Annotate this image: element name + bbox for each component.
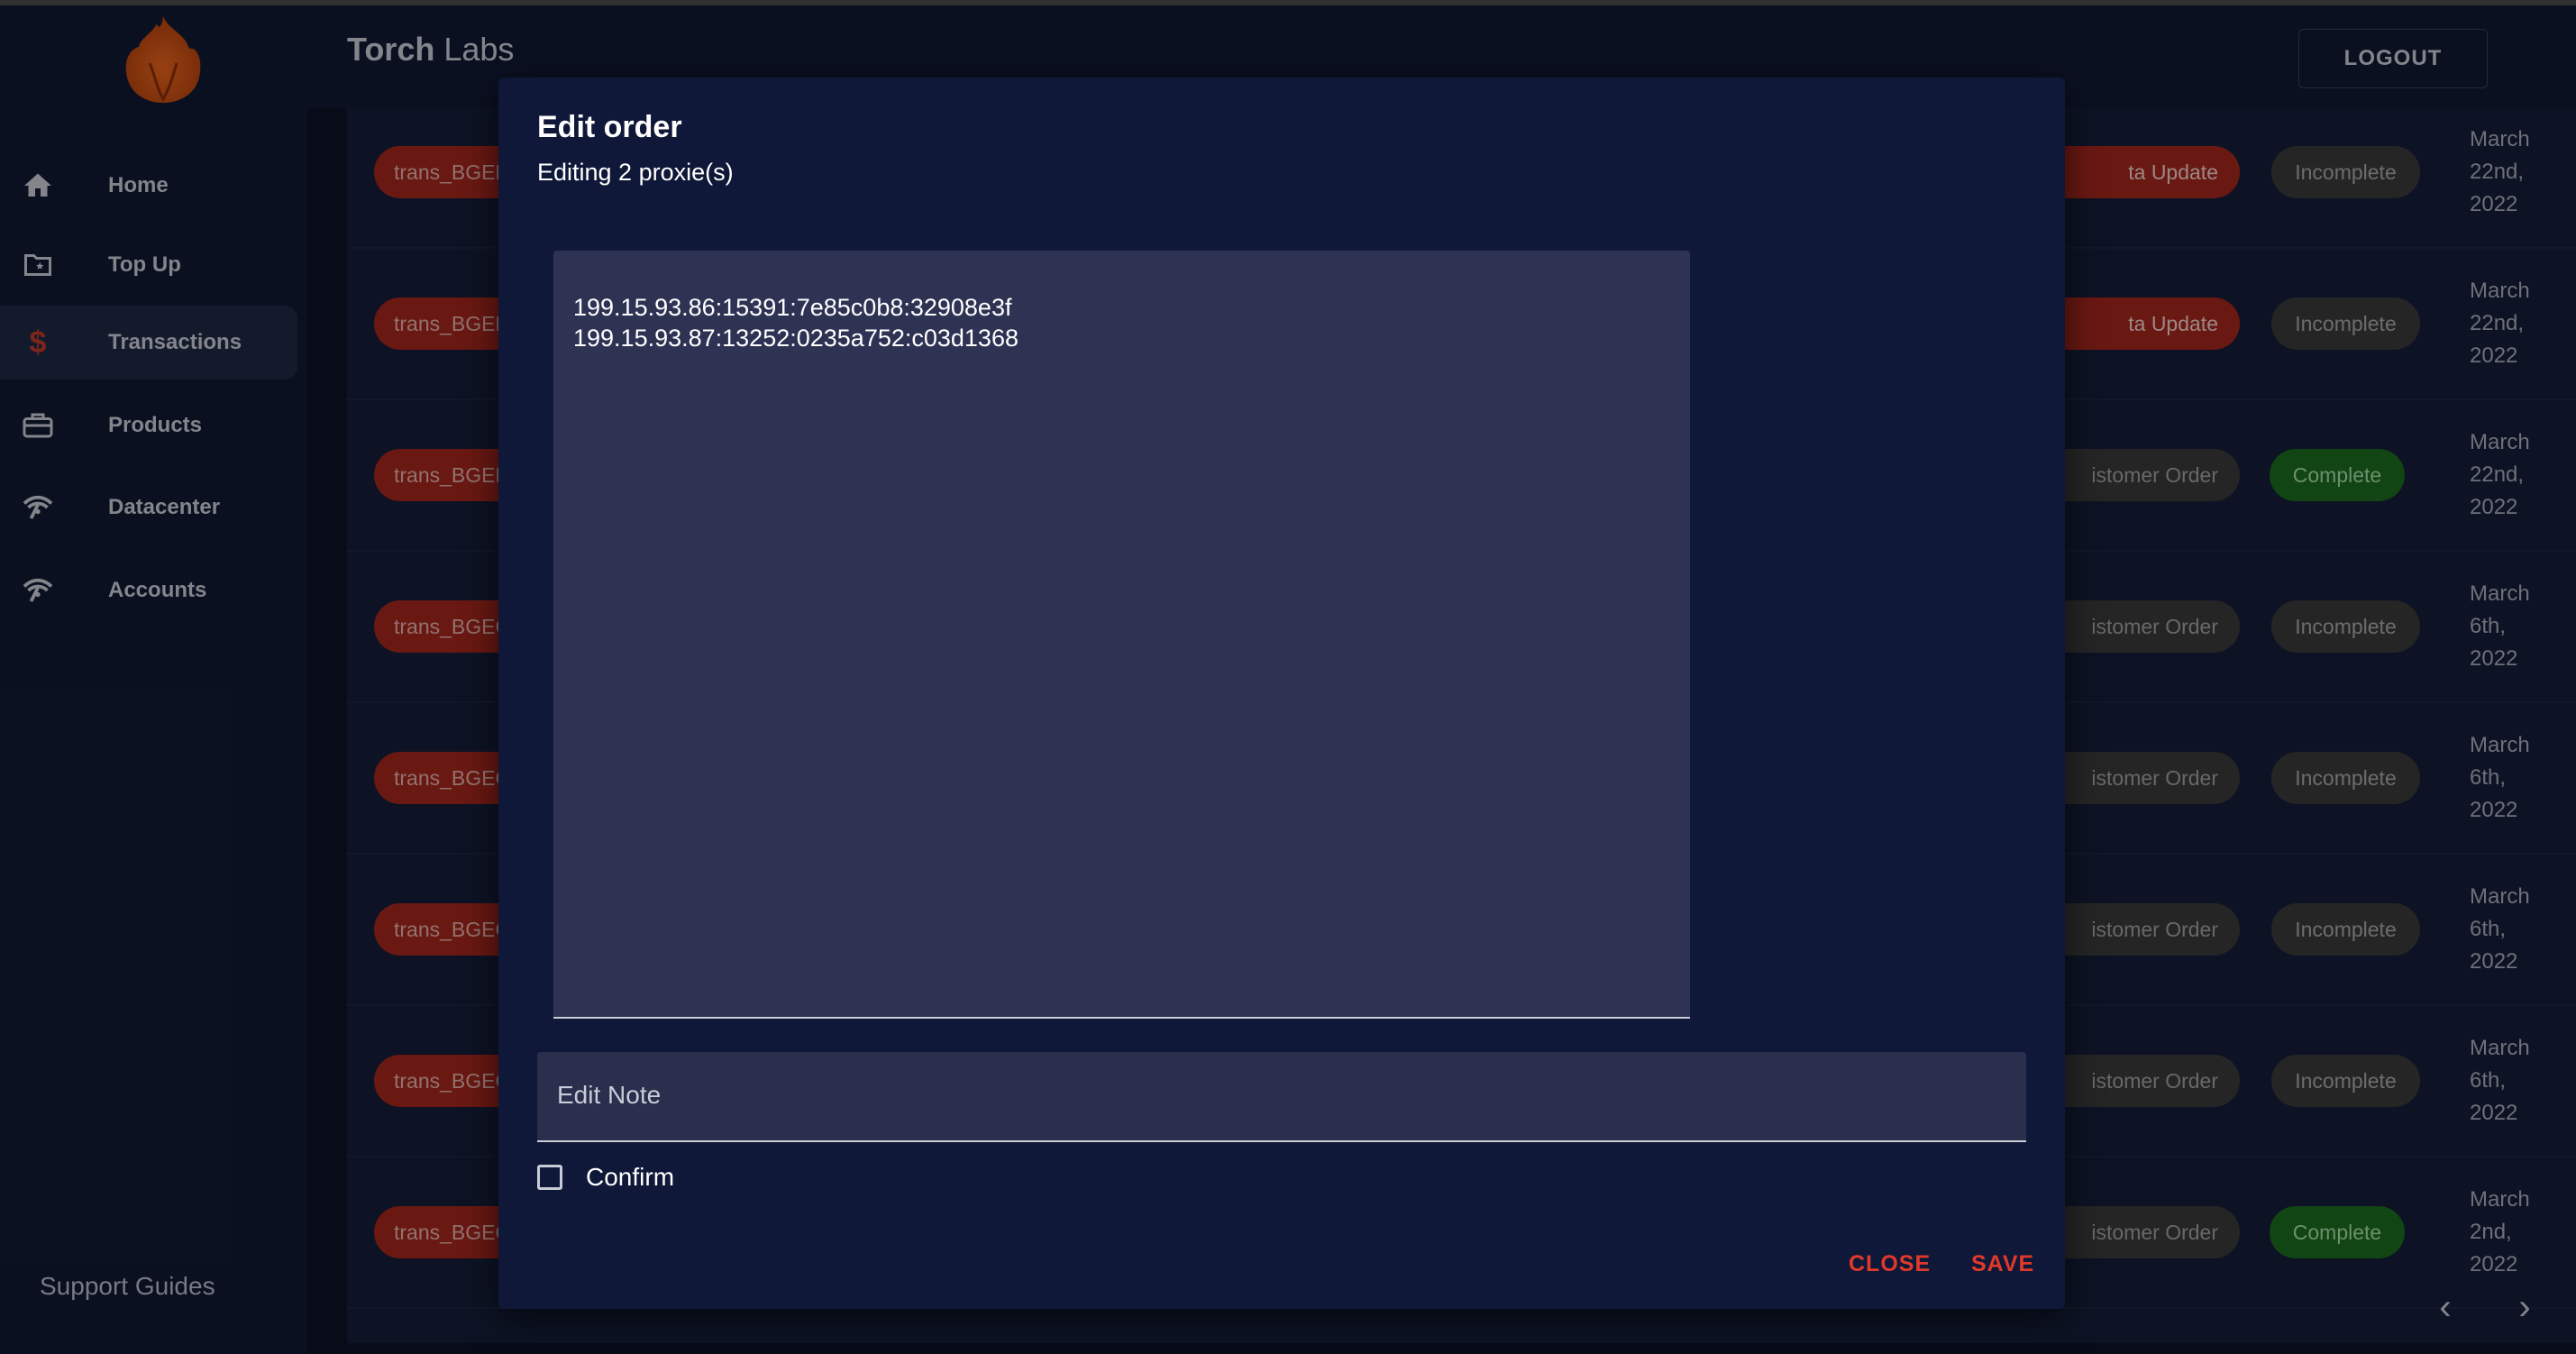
dialog-title: Edit order: [537, 110, 682, 144]
confirm-checkbox[interactable]: [537, 1165, 562, 1190]
edit-note-field[interactable]: Edit Note: [537, 1052, 2026, 1142]
edit-order-dialog: Edit order Editing 2 proxie(s) 199.15.93…: [498, 78, 2065, 1309]
proxies-textarea[interactable]: 199.15.93.86:15391:7e85c0b8:32908e3f 199…: [553, 251, 1690, 1019]
confirm-label: Confirm: [586, 1163, 675, 1191]
save-button[interactable]: SAVE: [1971, 1251, 2034, 1277]
dialog-subtitle: Editing 2 proxie(s): [537, 159, 734, 186]
edit-note-placeholder: Edit Note: [557, 1081, 662, 1109]
confirm-checkbox-row[interactable]: Confirm: [537, 1163, 674, 1192]
close-button[interactable]: CLOSE: [1849, 1251, 1931, 1277]
